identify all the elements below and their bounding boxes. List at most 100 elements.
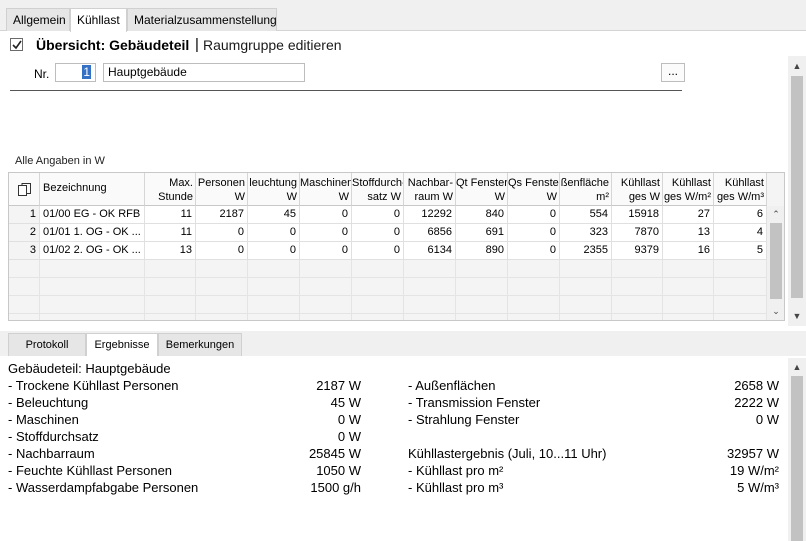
table-scrollbar[interactable]: ⌃ ⌄ [767, 206, 784, 320]
column-header[interactable]: Kühllast ges W/m² [663, 173, 714, 206]
column-header-line1: Kühllast [724, 177, 764, 189]
column-header[interactable]: Bezeichnung [40, 173, 145, 206]
copy-icon[interactable] [17, 182, 33, 198]
scroll-down-icon[interactable]: ▼ [791, 310, 803, 322]
column-header[interactable]: Qs Fenster W [508, 173, 560, 206]
table-cell[interactable]: 0 [248, 224, 300, 242]
table-cell[interactable]: 0 [300, 224, 352, 242]
table-cell [663, 296, 714, 314]
tab-bemerkungen[interactable]: Bemerkungen [158, 333, 242, 356]
table-cell[interactable]: 01/01 1. OG - OK ... [40, 224, 145, 242]
table-cell[interactable]: 0 [352, 242, 404, 260]
table-cell[interactable]: 01/02 2. OG - OK ... [40, 242, 145, 260]
table-cell [714, 278, 767, 296]
scroll-up-icon[interactable]: ⌃ [770, 208, 782, 220]
table-cell[interactable]: 11 [145, 224, 196, 242]
table-cell[interactable]: 6 [714, 206, 767, 224]
tab-ergebnisse[interactable]: Ergebnisse [86, 333, 158, 356]
table-cell[interactable]: 691 [456, 224, 508, 242]
browse-button[interactable]: ... [661, 63, 685, 82]
table-cell[interactable]: 0 [248, 242, 300, 260]
empty-row [9, 296, 767, 314]
table-cell[interactable]: 890 [456, 242, 508, 260]
table-cell[interactable]: 0 [300, 242, 352, 260]
tab-protokoll[interactable]: Protokoll [8, 333, 86, 356]
nr-field[interactable]: 1 [55, 63, 96, 82]
overview-checkbox[interactable] [10, 38, 23, 51]
table-cell[interactable]: 0 [508, 206, 560, 224]
copy-cell[interactable] [9, 173, 40, 206]
table-cell[interactable]: 2187 [196, 206, 248, 224]
table-cell[interactable]: 554 [560, 206, 612, 224]
table-cell [352, 260, 404, 278]
table-cell[interactable]: 840 [456, 206, 508, 224]
tab-kuehllast[interactable]: Kühllast [70, 8, 127, 32]
tab-materialzusammenstellung[interactable]: Materialzusammenstellung [127, 8, 277, 31]
table-cell[interactable]: 5 [714, 242, 767, 260]
row-number [9, 278, 40, 296]
table-cell [663, 278, 714, 296]
row-number[interactable]: 2 [9, 224, 40, 242]
column-header[interactable]: Maschinen W [300, 173, 352, 206]
table-cell[interactable]: 01/00 EG - OK RFB [40, 206, 145, 224]
table-cell[interactable]: 0 [508, 224, 560, 242]
result-label: - Feuchte Kühllast Personen [8, 463, 173, 478]
table-cell[interactable]: 11 [145, 206, 196, 224]
column-header[interactable]: Kühllast ges W/m³ [714, 173, 767, 206]
table-row[interactable]: 2 01/01 1. OG - OK ... 11 0 0 0 0 6856 691 0 323 78… [9, 224, 767, 242]
result-value: 45 W [330, 395, 361, 410]
scroll-up-icon[interactable]: ▲ [791, 361, 803, 373]
table-cell[interactable]: 2355 [560, 242, 612, 260]
table-cell[interactable]: 0 [508, 242, 560, 260]
table-cell[interactable]: 13 [663, 224, 714, 242]
table-cell[interactable]: 45 [248, 206, 300, 224]
table-cell [456, 296, 508, 314]
table-cell[interactable]: 0 [352, 224, 404, 242]
table-cell[interactable]: 0 [300, 206, 352, 224]
row-number[interactable]: 3 [9, 242, 40, 260]
column-header[interactable]: Stoffdurch-satz W [352, 173, 404, 206]
scroll-up-icon[interactable]: ▲ [791, 60, 803, 72]
edit-room-group-link[interactable]: Raumgruppe editieren [203, 37, 342, 53]
table-row[interactable]: 1 01/00 EG - OK RFB 11 2187 45 0 0 12292 840 0 554… [9, 206, 767, 224]
result-label: - Transmission Fenster [408, 395, 541, 410]
scrollbar-thumb[interactable] [791, 376, 803, 541]
table-cell[interactable]: 6134 [404, 242, 456, 260]
result-value: 0 W [337, 412, 361, 427]
table-cell[interactable]: 0 [352, 206, 404, 224]
table-row[interactable]: 3 01/02 2. OG - OK ... 13 0 0 0 0 6134 890 0 2355 9… [9, 242, 767, 260]
column-header-line1: Personen [197, 177, 245, 189]
table-cell[interactable]: 15918 [612, 206, 663, 224]
table-cell [196, 260, 248, 278]
column-header-line2: W [286, 191, 297, 203]
column-header-line2: W [494, 191, 505, 203]
table-cell[interactable]: 13 [145, 242, 196, 260]
results-scrollbar[interactable]: ▲ [788, 358, 806, 541]
table-cell[interactable]: 12292 [404, 206, 456, 224]
name-field[interactable]: Hauptgebäude [103, 63, 305, 82]
table-cell[interactable]: 7870 [612, 224, 663, 242]
table-cell[interactable]: 27 [663, 206, 714, 224]
column-header[interactable]: Kühllast ges W [612, 173, 663, 206]
scrollbar-thumb[interactable] [791, 76, 803, 298]
upper-scrollbar[interactable]: ▲ ▼ [788, 56, 806, 326]
table-cell[interactable]: 323 [560, 224, 612, 242]
table-cell[interactable]: 0 [196, 224, 248, 242]
column-header[interactable]: Qt Fenster W [456, 173, 508, 206]
table-cell[interactable]: 16 [663, 242, 714, 260]
column-header[interactable]: Max. Stunde [145, 173, 196, 206]
column-header[interactable]: Personen W [196, 173, 248, 206]
result-value: 32957 W [726, 446, 779, 461]
table-cell[interactable]: 0 [196, 242, 248, 260]
table-cell[interactable]: 6856 [404, 224, 456, 242]
scroll-down-icon[interactable]: ⌄ [770, 305, 782, 317]
column-header[interactable]: ßenfläche m² [560, 173, 612, 206]
tab-allgemein[interactable]: Allgemein [6, 8, 70, 31]
row-number[interactable]: 1 [9, 206, 40, 224]
column-header[interactable]: leuchtung W [248, 173, 300, 206]
table-cell [508, 278, 560, 296]
column-header[interactable]: Nachbar-raum W [404, 173, 456, 206]
table-cell[interactable]: 4 [714, 224, 767, 242]
scrollbar-thumb[interactable] [770, 223, 782, 299]
table-cell[interactable]: 9379 [612, 242, 663, 260]
